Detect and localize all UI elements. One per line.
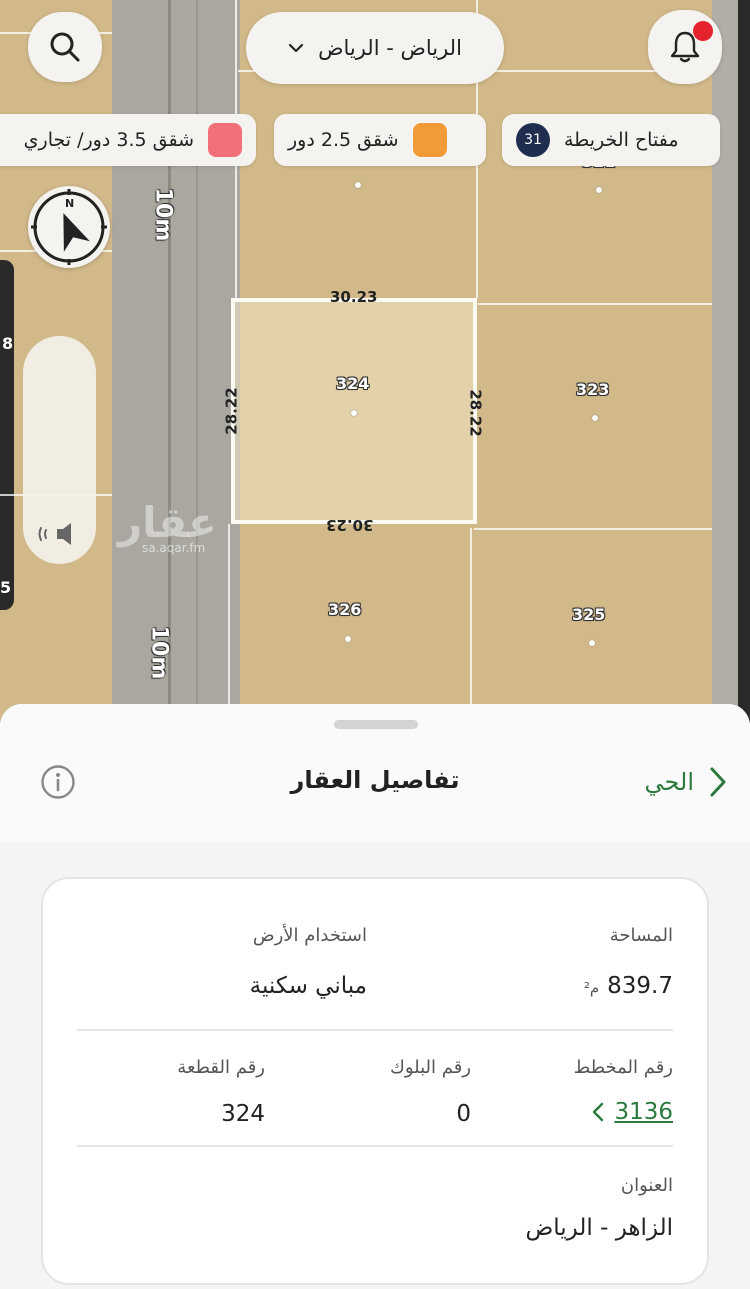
- area-value-group: م² 839.7: [584, 973, 673, 999]
- road-divider: [168, 0, 171, 730]
- edge-plot-number: 8: [2, 334, 14, 353]
- city-selector[interactable]: الرياض - الرياض: [246, 12, 504, 84]
- sheet-header: تفاصيل العقار الحي: [0, 704, 750, 842]
- parcel-boundary: [478, 303, 712, 305]
- road-width-label: 10m: [146, 625, 172, 680]
- plot-number-label: رقم القطعة: [177, 1057, 265, 1078]
- neighborhood-nav-button[interactable]: الحي: [645, 766, 728, 798]
- legend-item-3-5-floor[interactable]: شقق 3.5 دور/ تجاري: [0, 114, 256, 166]
- parcel-boundary: [470, 528, 472, 730]
- land-use-value: مباني سكنية: [249, 973, 367, 999]
- city-selector-label: الرياض - الرياض: [318, 36, 462, 60]
- block-number-label: رقم البلوك: [389, 1057, 471, 1078]
- divider: [77, 1029, 673, 1031]
- area-value: 839.7: [607, 973, 673, 999]
- plot-number[interactable]: 326: [328, 600, 361, 619]
- sheet-title: تفاصيل العقار: [290, 766, 460, 794]
- plan-number-label: رقم المخطط: [573, 1057, 673, 1078]
- legend-label: شقق 3.5 دور/ تجاري: [23, 129, 194, 151]
- map-edge: [0, 260, 14, 610]
- parcel-boundary: [228, 524, 230, 730]
- map-key-button[interactable]: 31 مفتاح الخريطة: [502, 114, 720, 166]
- address-value: الزاهر - الرياض: [525, 1215, 673, 1241]
- chevron-left-icon: [593, 1102, 604, 1122]
- compass-button[interactable]: N: [28, 186, 110, 268]
- compass-icon: N: [31, 189, 107, 265]
- plot-marker: [351, 410, 357, 416]
- notifications-button[interactable]: [648, 10, 722, 84]
- plot-number-value: 324: [221, 1101, 265, 1127]
- land-use-label: استخدام الأرض: [252, 925, 367, 946]
- legend-swatch-orange: [412, 123, 447, 157]
- watermark: عقار sa.aqar.fm: [118, 498, 217, 555]
- watermark-logo: عقار: [118, 498, 217, 547]
- plot-number[interactable]: 323: [576, 380, 609, 399]
- plot-marker: [589, 640, 595, 646]
- address-label: العنوان: [620, 1175, 673, 1196]
- road-divider: [196, 0, 198, 730]
- neighborhood-nav-label: الحي: [644, 768, 694, 796]
- plot-marker: [596, 187, 602, 193]
- plot-marker: [355, 182, 361, 188]
- plot-number[interactable]: 325: [572, 605, 605, 624]
- search-button[interactable]: [28, 12, 102, 82]
- plot-marker: [592, 415, 598, 421]
- map-key-count-badge: 31: [516, 123, 550, 157]
- dimension-right: 28.22: [466, 389, 485, 437]
- legend-item-2-5-floor[interactable]: شقق 2.5 دور: [274, 114, 486, 166]
- area-unit: م²: [583, 979, 600, 997]
- sheet-grabber-handle[interactable]: [334, 720, 418, 729]
- audio-slider[interactable]: [23, 336, 96, 564]
- details-card: المساحة استخدام الأرض م² 839.7 مباني سكن…: [41, 877, 709, 1285]
- legend-label: شقق 2.5 دور: [288, 129, 399, 151]
- plan-number-link[interactable]: 3136: [592, 1099, 673, 1125]
- map-key-label: مفتاح الخريطة: [564, 129, 679, 151]
- area-label: المساحة: [609, 925, 673, 946]
- road-strip: [112, 0, 240, 730]
- road-width-label: 10m: [150, 187, 176, 242]
- legend-swatch-red: [208, 123, 242, 157]
- property-details-sheet: تفاصيل العقار الحي المساحة استخدام الأرض…: [0, 704, 750, 1289]
- parcel-boundary: [474, 528, 712, 530]
- plot-number-selected[interactable]: 324: [336, 374, 369, 393]
- dimension-left: 28.22: [222, 387, 241, 435]
- chevron-down-icon: [288, 43, 304, 53]
- chevron-right-icon: [710, 767, 726, 797]
- dimension-top: 30.23: [330, 288, 378, 306]
- map-edge: [738, 0, 750, 730]
- plan-number-value: 3136: [614, 1099, 673, 1125]
- notification-dot: [693, 21, 713, 41]
- compass-north-label: N: [65, 197, 74, 210]
- map-view[interactable]: 30.23 30.23 28.22 28.22 322 321 324 323 …: [0, 0, 750, 730]
- search-icon: [50, 32, 80, 62]
- divider: [77, 1145, 673, 1147]
- plot-marker: [345, 636, 351, 642]
- edge-plot-number: 5: [0, 578, 12, 597]
- speaker-icon: [38, 523, 71, 545]
- block-number-value: 0: [456, 1101, 471, 1127]
- dimension-bottom: 30.23: [326, 516, 374, 534]
